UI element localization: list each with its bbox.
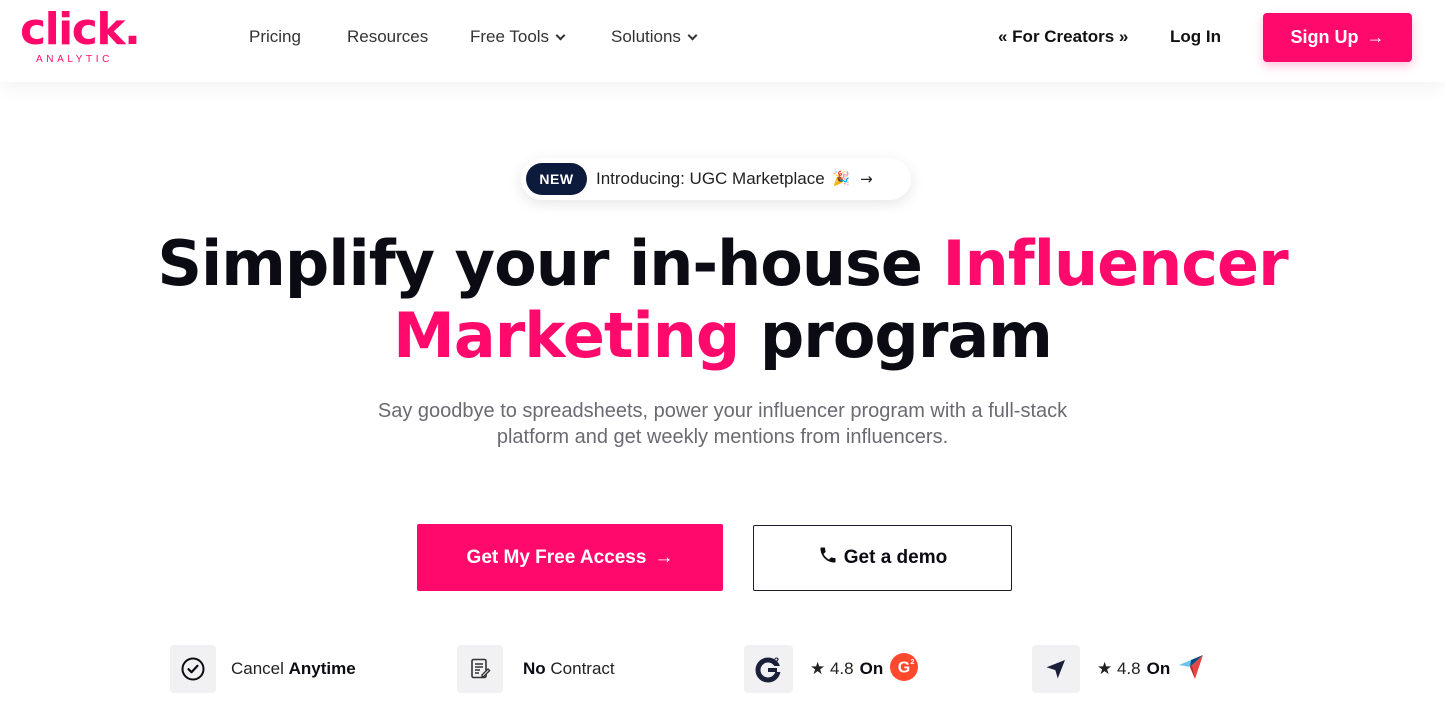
login-link[interactable]: Log In: [1170, 27, 1221, 47]
get-free-access-button[interactable]: Get My Free Access →: [417, 524, 723, 591]
nav-item-free-tools[interactable]: Free Tools: [470, 27, 566, 47]
hero-subtext: Say goodbye to spreadsheets, power your …: [0, 398, 1445, 450]
new-badge: NEW: [526, 163, 587, 195]
signup-button[interactable]: Sign Up →: [1263, 13, 1412, 62]
g2-icon: 2: [744, 645, 793, 693]
feature-cancel-anytime: Cancel Anytime: [170, 645, 356, 693]
arrow-right-icon: →: [1366, 27, 1385, 47]
capterra-icon: [1032, 645, 1080, 693]
party-popper-icon: 🎉: [832, 171, 851, 187]
nav-item-label: Free Tools: [470, 27, 550, 46]
subtext-line: Say goodbye to spreadsheets, power your …: [377, 400, 1068, 422]
announcement-text: Introducing: UGC Marketplace: [596, 169, 825, 188]
nav-item-label: Solutions: [611, 27, 681, 46]
phone-icon: [818, 545, 838, 571]
nav-item-label: Pricing: [249, 27, 301, 46]
svg-text:2: 2: [911, 659, 915, 666]
chevron-down-icon: [687, 30, 698, 40]
get-demo-button[interactable]: Get a demo: [753, 525, 1012, 591]
for-creators-link[interactable]: « For Creators »: [998, 27, 1128, 47]
svg-text:2: 2: [774, 656, 779, 666]
g2-logo-icon: G2: [889, 652, 919, 687]
feature-text: No Contract: [523, 659, 615, 678]
nav-item-label: Resources: [347, 27, 429, 46]
announcement-pill[interactable]: NEW Introducing: UGC Marketplace 🎉 →: [521, 158, 911, 200]
signup-label: Sign Up: [1290, 27, 1359, 47]
hero-headline: Simplify your in-house Influencer Market…: [0, 228, 1445, 372]
feature-text: Cancel Anytime: [231, 659, 356, 678]
cta-secondary-label: Get a demo: [843, 547, 948, 568]
nav-item-pricing[interactable]: Pricing: [249, 27, 301, 47]
headline-highlight-influencer: Influencer: [942, 227, 1289, 300]
chevron-down-icon: [555, 30, 566, 40]
cta-primary-label: Get My Free Access: [466, 546, 647, 568]
capterra-logo-icon: [1176, 652, 1206, 687]
headline-part2: program: [739, 299, 1053, 372]
svg-text:G: G: [898, 659, 910, 676]
check-circle-icon: [170, 645, 216, 693]
feature-g2-rating: 2 ★ 4.8 On G2: [744, 645, 919, 693]
arrow-right-icon: →: [860, 170, 873, 188]
brand-logo[interactable]: click. ANALYTIC: [20, 4, 150, 70]
feature-no-contract: No Contract: [457, 645, 615, 693]
headline-highlight-marketing: Marketing: [393, 299, 740, 372]
nav-item-resources[interactable]: Resources: [347, 27, 428, 47]
logo-wordmark: click.: [20, 4, 141, 55]
logo-tagline: ANALYTIC: [36, 54, 113, 65]
document-edit-icon: [457, 645, 503, 693]
site-header: click. ANALYTIC Pricing Resources Free T…: [0, 0, 1445, 82]
feature-capterra-rating: ★ 4.8 On: [1032, 645, 1206, 693]
rating-text: ★ 4.8 On: [1097, 652, 1206, 687]
headline-part1: Simplify your in-house: [157, 227, 943, 300]
nav-item-solutions[interactable]: Solutions: [611, 27, 698, 47]
arrow-right-icon: →: [654, 546, 674, 568]
rating-text: ★ 4.8 On G2: [810, 652, 919, 687]
subtext-line: platform and get weekly mentions from in…: [496, 426, 949, 448]
